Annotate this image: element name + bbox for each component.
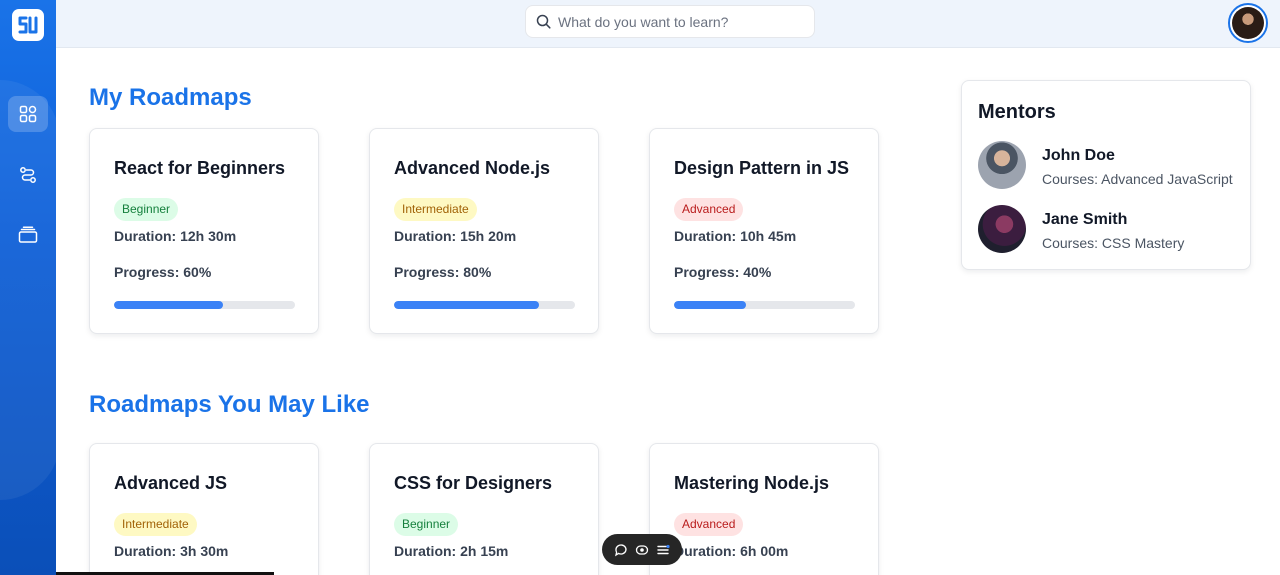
roadmap-title: Advanced JS (114, 473, 228, 493)
sidebar-decoration (0, 80, 56, 500)
roadmap-card[interactable]: Advanced Node.js Intermediate Duration: … (369, 128, 599, 334)
progress-fill (674, 301, 747, 309)
logo-icon[interactable] (12, 9, 44, 41)
recommended-roadmaps-title: Roadmaps You May Like (89, 391, 370, 418)
progress-bar (674, 301, 855, 309)
roadmap-title: Design Pattern in JS (674, 158, 850, 178)
roadmap-title: CSS for Designers (394, 473, 553, 493)
roadmap-title: Advanced Node.js (394, 158, 551, 178)
roadmap-progress-label: Progress: 40% (674, 264, 772, 280)
nav-roadmaps[interactable] (8, 157, 48, 193)
roadmap-progress-label: Progress: 60% (114, 264, 212, 280)
user-avatar[interactable] (1228, 3, 1268, 43)
comment-icon[interactable] (614, 543, 628, 557)
my-roadmaps-title: My Roadmaps (89, 84, 252, 111)
search-icon (536, 14, 551, 29)
top-header (56, 0, 1280, 48)
mentors-title: Mentors (978, 101, 1056, 123)
nav-dashboard[interactable] (8, 96, 48, 132)
courses-stack-icon (18, 226, 38, 243)
progress-bar (114, 301, 295, 309)
mentor-item[interactable]: John Doe Courses: Advanced JavaScript (978, 141, 1238, 191)
search-input[interactable] (558, 13, 798, 30)
sidebar (0, 0, 56, 575)
recommended-card[interactable]: Advanced JS Intermediate Duration: 3h 30… (89, 443, 319, 575)
search-bar[interactable] (525, 5, 815, 38)
roadmap-title: Mastering Node.js (674, 473, 830, 493)
menu-icon[interactable] (656, 543, 670, 557)
floating-toolbar (602, 534, 682, 565)
recommended-card[interactable]: CSS for Designers Beginner Duration: 2h … (369, 443, 599, 575)
mentor-name: John Doe (1042, 147, 1115, 164)
mentor-avatar (978, 205, 1026, 253)
roadmap-card[interactable]: React for Beginners Beginner Duration: 1… (89, 128, 319, 334)
roadmap-duration: Duration: 6h 00m (674, 543, 789, 559)
roadmap-progress-label: Progress: 80% (394, 264, 492, 280)
progress-fill (114, 301, 223, 309)
level-badge: Intermediate (394, 198, 477, 221)
dashboard-grid-icon (19, 105, 37, 123)
level-badge: Beginner (394, 513, 459, 536)
level-badge: Advanced (674, 513, 744, 536)
level-badge: Beginner (114, 198, 179, 221)
mentor-item[interactable]: Jane Smith Courses: CSS Mastery (978, 205, 1238, 255)
roadmap-duration: Duration: 2h 15m (394, 543, 509, 559)
roadmap-duration: Duration: 12h 30m (114, 228, 237, 244)
roadmap-title: React for Beginners (114, 158, 286, 178)
nav-courses[interactable] (8, 217, 48, 253)
roadmap-route-icon (20, 167, 36, 183)
progress-bar (394, 301, 575, 309)
level-badge: Intermediate (114, 513, 197, 536)
mentor-avatar (978, 141, 1026, 189)
mentor-courses: Courses: Advanced JavaScript (1042, 171, 1233, 187)
mentor-courses: Courses: CSS Mastery (1042, 235, 1185, 251)
view-toggle-icon[interactable] (635, 543, 649, 557)
mentors-panel: Mentors John Doe Courses: Advanced JavaS… (961, 80, 1251, 270)
mentor-name: Jane Smith (1042, 211, 1128, 228)
roadmap-card[interactable]: Design Pattern in JS Advanced Duration: … (649, 128, 879, 334)
level-badge: Advanced (674, 198, 744, 221)
progress-fill (394, 301, 539, 309)
roadmap-duration: Duration: 3h 30m (114, 543, 229, 559)
recommended-card[interactable]: Mastering Node.js Advanced Duration: 6h … (649, 443, 879, 575)
roadmap-duration: Duration: 10h 45m (674, 228, 797, 244)
avatar-image (1232, 7, 1264, 39)
roadmap-duration: Duration: 15h 20m (394, 228, 517, 244)
